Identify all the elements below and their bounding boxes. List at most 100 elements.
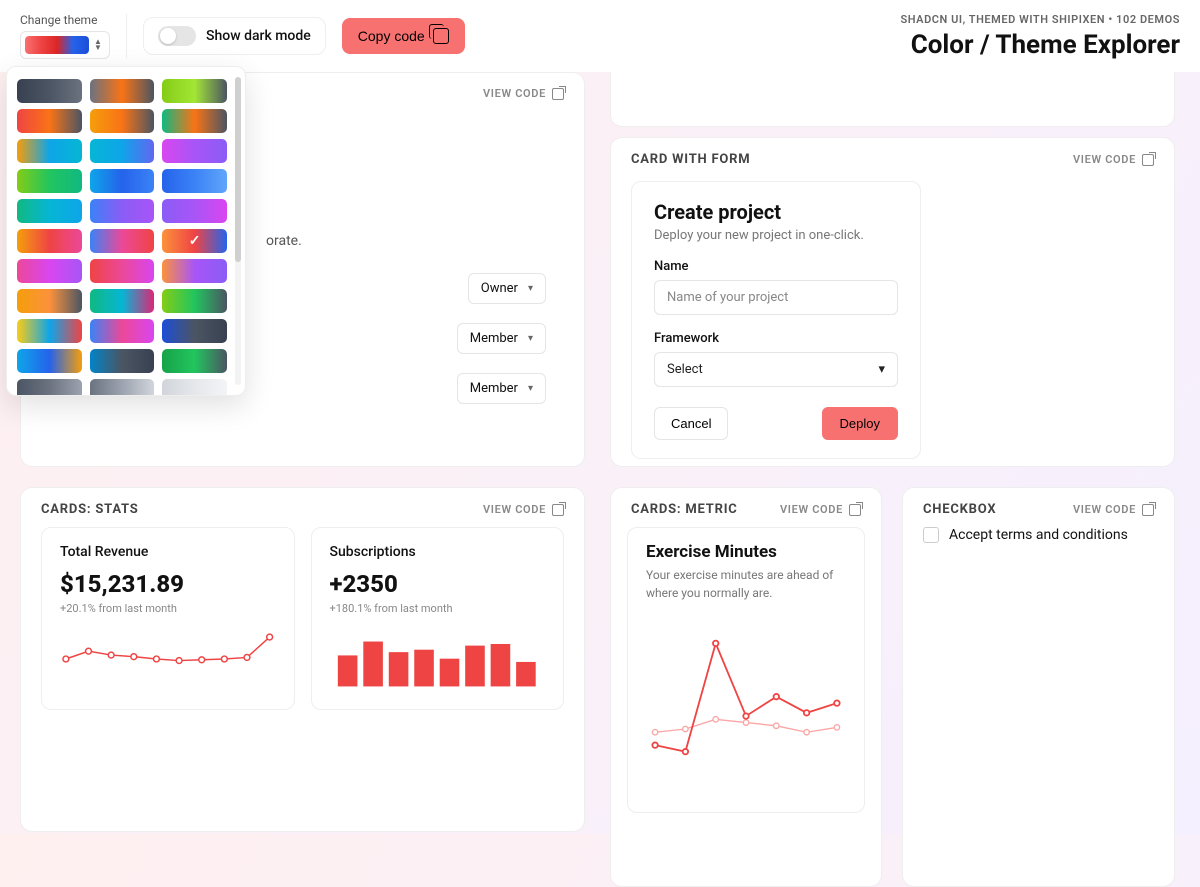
- stat-card-revenue: Total Revenue $15,231.89 +20.1% from las…: [41, 527, 295, 710]
- section-title: CARD WITH FORM: [631, 152, 750, 167]
- theme-swatch[interactable]: [17, 199, 82, 223]
- stat-title: Subscriptions: [330, 544, 546, 560]
- change-theme-control: Change theme ▲▼: [20, 13, 110, 59]
- chevron-down-icon: ▾: [528, 283, 533, 294]
- external-link-icon: [849, 504, 861, 516]
- terms-checkbox[interactable]: [923, 527, 939, 543]
- card-heading: Create project: [654, 200, 898, 224]
- theme-swatch[interactable]: [162, 199, 227, 223]
- copy-code-label: Copy code: [358, 28, 425, 44]
- framework-select[interactable]: Select ▾: [654, 352, 898, 387]
- view-code-link[interactable]: VIEW CODE: [483, 87, 564, 100]
- theme-swatch[interactable]: [90, 199, 155, 223]
- theme-swatch[interactable]: [90, 379, 155, 396]
- view-code-link[interactable]: VIEW CODE: [483, 503, 564, 516]
- chevron-down-icon: ▾: [528, 333, 533, 344]
- section-title: CARDS: STATS: [41, 502, 139, 517]
- section-stats: CARDS: STATS VIEW CODE Total Revenue $15…: [20, 487, 585, 832]
- theme-swatch[interactable]: [162, 259, 227, 283]
- card-heading: Exercise Minutes: [646, 542, 846, 562]
- stat-value: $15,231.89: [60, 570, 276, 598]
- copy-icon: [433, 28, 449, 44]
- theme-swatch[interactable]: [162, 319, 227, 343]
- partial-text: orate.: [266, 233, 302, 249]
- selected-theme-swatch: [25, 36, 89, 54]
- theme-swatch[interactable]: [90, 229, 155, 253]
- stat-card-subs: Subscriptions +2350 +180.1% from last mo…: [311, 527, 565, 710]
- theme-swatch[interactable]: [17, 79, 82, 103]
- theme-swatch[interactable]: [162, 109, 227, 133]
- role-select-member-2[interactable]: Member▾: [457, 373, 546, 404]
- chevron-down-icon: ▾: [878, 362, 885, 377]
- divider: [126, 14, 127, 58]
- stat-title: Total Revenue: [60, 544, 276, 560]
- theme-swatch-grid: [17, 79, 235, 396]
- role-select-member-1[interactable]: Member▾: [457, 323, 546, 354]
- external-link-icon: [1142, 504, 1154, 516]
- subs-barchart: [330, 629, 546, 689]
- theme-swatch[interactable]: [90, 169, 155, 193]
- stat-delta: +180.1% from last month: [330, 602, 546, 615]
- header-right: SHADCN UI, THEMED WITH SHIPIXEN • 102 DE…: [900, 13, 1180, 60]
- section-top-right-partial: [610, 72, 1175, 127]
- chevron-sort-icon: ▲▼: [91, 39, 105, 51]
- theme-swatch[interactable]: [90, 139, 155, 163]
- change-theme-label: Change theme: [20, 13, 110, 27]
- checkbox-label: Accept terms and conditions: [949, 527, 1128, 543]
- section-checkbox: CHECKBOX VIEW CODE Accept terms and cond…: [902, 487, 1175, 887]
- theme-swatch[interactable]: [17, 289, 82, 313]
- theme-swatch[interactable]: [90, 289, 155, 313]
- theme-swatch[interactable]: [162, 139, 227, 163]
- theme-swatch[interactable]: [162, 79, 227, 103]
- theme-swatch[interactable]: [17, 259, 82, 283]
- chevron-down-icon: ▾: [528, 383, 533, 394]
- exercise-chart: [646, 618, 846, 798]
- topbar: Change theme ▲▼ Show dark mode Copy code…: [0, 0, 1200, 72]
- create-project-card: Create project Deploy your new project i…: [631, 181, 921, 459]
- copy-code-button[interactable]: Copy code: [342, 18, 465, 54]
- name-input[interactable]: Name of your project: [654, 280, 898, 315]
- theme-popover: [6, 66, 246, 396]
- cancel-button[interactable]: Cancel: [654, 407, 728, 440]
- dark-mode-toggle-wrap: Show dark mode: [143, 17, 326, 55]
- theme-swatch[interactable]: [17, 109, 82, 133]
- stat-delta: +20.1% from last month: [60, 602, 276, 615]
- theme-swatch-select[interactable]: ▲▼: [20, 31, 110, 59]
- theme-swatch[interactable]: [90, 319, 155, 343]
- deploy-button[interactable]: Deploy: [822, 407, 898, 440]
- external-link-icon: [552, 504, 564, 516]
- card-subheading: Your exercise minutes are ahead of where…: [646, 566, 846, 602]
- theme-swatch[interactable]: [162, 289, 227, 313]
- dark-mode-toggle[interactable]: [158, 26, 196, 46]
- theme-swatch[interactable]: [162, 229, 227, 253]
- name-label: Name: [654, 259, 898, 274]
- theme-swatch[interactable]: [162, 169, 227, 193]
- dark-mode-label: Show dark mode: [206, 28, 311, 44]
- theme-swatch[interactable]: [17, 379, 82, 396]
- theme-swatch[interactable]: [90, 79, 155, 103]
- theme-swatch[interactable]: [17, 349, 82, 373]
- theme-swatch[interactable]: [17, 229, 82, 253]
- header-meta: SHADCN UI, THEMED WITH SHIPIXEN • 102 DE…: [900, 13, 1180, 26]
- external-link-icon: [552, 88, 564, 100]
- view-code-link[interactable]: VIEW CODE: [780, 503, 861, 516]
- page-title: Color / Theme Explorer: [900, 30, 1180, 60]
- theme-swatch[interactable]: [17, 319, 82, 343]
- theme-swatch[interactable]: [90, 109, 155, 133]
- role-select-owner[interactable]: Owner▾: [468, 273, 546, 304]
- theme-swatch[interactable]: [90, 349, 155, 373]
- view-code-link[interactable]: VIEW CODE: [1073, 503, 1154, 516]
- stat-value: +2350: [330, 570, 546, 598]
- view-code-link[interactable]: VIEW CODE: [1073, 153, 1154, 166]
- theme-swatch[interactable]: [17, 169, 82, 193]
- section-title: CHECKBOX: [923, 502, 996, 517]
- theme-swatch[interactable]: [90, 259, 155, 283]
- theme-swatch[interactable]: [162, 379, 227, 396]
- theme-swatch[interactable]: [162, 349, 227, 373]
- popover-scrollbar[interactable]: [235, 77, 241, 385]
- theme-swatch[interactable]: [17, 139, 82, 163]
- framework-label: Framework: [654, 331, 898, 346]
- popover-scroll-thumb[interactable]: [235, 77, 241, 262]
- revenue-sparkline: [60, 629, 276, 689]
- card-subheading: Deploy your new project in one-click.: [654, 228, 898, 243]
